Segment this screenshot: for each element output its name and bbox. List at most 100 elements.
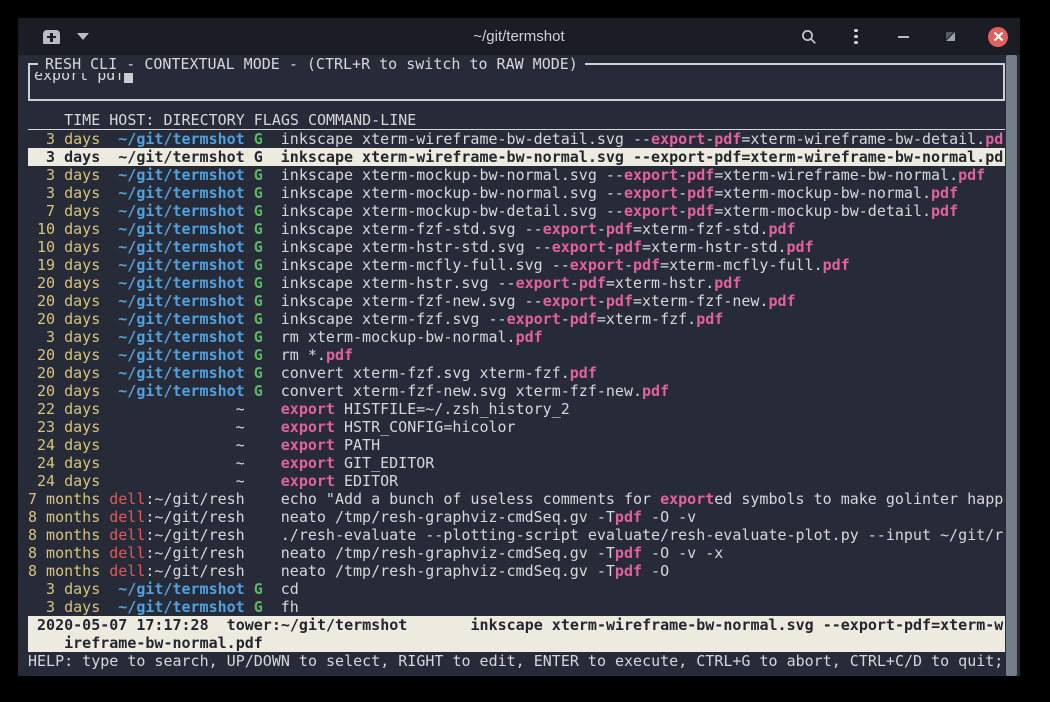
menu-kebab-icon[interactable] [847,28,865,46]
row-host-directory: dell:~/git/resh [109,562,244,580]
row-flag [254,508,263,526]
row-time: 8 months [28,526,100,544]
close-button[interactable] [988,27,1008,47]
host-segment: ~/git/termshot [118,166,244,184]
history-row[interactable]: 20 days~/git/termshotGinkscape xterm-fzf… [28,310,1005,328]
row-command: echo "Add a bunch of useless comments fo… [281,490,1005,508]
history-row[interactable]: 3 days~/git/termshotGcd [28,580,1005,598]
history-row[interactable]: 8 monthsdell:~/git/reshneato /tmp/resh-g… [28,508,1005,526]
row-host-directory: ~ [109,454,244,472]
row-host-directory: ~ [109,400,244,418]
command-segment: ./resh-evaluate --plotting-script evalua… [281,526,1003,544]
host-segment: ~/git/termshot [118,220,244,238]
host-segment: ~/git/termshot [118,238,244,256]
history-row[interactable]: 7 days~/git/termshotGinkscape xterm-mock… [28,202,1005,220]
row-host-directory: ~ [109,418,244,436]
command-segment: - [597,220,606,238]
row-host-directory: ~ [109,436,244,454]
command-match-segment: pdf [516,328,543,346]
command-match-segment: export [281,400,335,418]
host-segment: :~/git/resh [145,508,244,526]
minimize-button[interactable] [894,28,912,46]
row-flag: G [254,220,263,238]
row-flag: G [254,328,263,346]
row-flag: G [254,274,263,292]
command-segment: inkscape xterm-fzf.svg -- [281,310,507,328]
row-command: neato /tmp/resh-graphviz-cmdSeq.gv -Tpdf… [281,508,1005,526]
history-row[interactable]: 24 days~export EDITOR [28,472,1005,490]
history-row[interactable]: 8 monthsdell:~/git/resh./resh-evaluate -… [28,526,1005,544]
row-command: rm *.pdf [281,346,1005,364]
history-row[interactable]: 3 days~/git/termshotGinkscape xterm-mock… [28,166,1005,184]
history-row[interactable]: 3 days~/git/termshotGinkscape xterm-wire… [28,148,1005,166]
history-row[interactable]: 19 days~/git/termshotGinkscape xterm-mcf… [28,256,1005,274]
search-box-title: RESH CLI - CONTEXTUAL MODE - (CTRL+R to … [38,55,585,73]
command-segment: -O -v [642,508,696,526]
host-segment: ~/git/termshot [118,328,244,346]
search-icon[interactable] [800,28,818,46]
restore-button[interactable] [941,28,959,46]
row-command: convert xterm-fzf.svg xterm-fzf.pdf [281,364,1005,382]
history-row[interactable]: 22 days~export HISTFILE=~/.zsh_history_2 [28,400,1005,418]
row-flag [254,436,263,454]
command-match-segment: export [624,184,678,202]
row-host-directory: ~/git/termshot [109,310,244,328]
host-segment: dell [109,490,145,508]
history-row[interactable]: 20 days~/git/termshotGinkscape xterm-fzf… [28,292,1005,310]
command-segment: - [678,202,687,220]
command-segment: =xterm-mcfly-full. [660,256,823,274]
command-match-segment: export [543,292,597,310]
command-match-segment: export [651,130,705,148]
row-flag: G [254,346,263,364]
history-row[interactable]: 8 monthsdell:~/git/reshneato /tmp/resh-g… [28,562,1005,580]
scrollbar-thumb[interactable] [1006,55,1017,676]
history-row[interactable]: 24 days~export GIT_EDITOR [28,454,1005,472]
status-line-2: ireframe-bw-normal.pdf [28,634,1005,652]
history-row[interactable]: 3 days~/git/termshotGinkscape xterm-wire… [28,130,1005,148]
command-segment: - [705,148,714,166]
command-match-segment: pdf [615,562,642,580]
command-segment: =xterm-wireframe-bw-normal. [714,166,958,184]
row-time: 7 months [28,490,100,508]
command-match-segment: pdf [931,184,958,202]
row-command: fh [281,598,1005,616]
row-time: 10 days [28,238,100,256]
command-segment: inkscape xterm-mockup-bw-detail.svg -- [281,202,624,220]
host-segment: ~/git/termshot [118,184,244,202]
history-row[interactable]: 8 monthsdell:~/git/reshneato /tmp/resh-g… [28,544,1005,562]
scrollbar[interactable] [1006,55,1017,676]
history-row[interactable]: 3 days~/git/termshotGinkscape xterm-mock… [28,184,1005,202]
row-command: export HSTR_CONFIG=hicolor [281,418,1005,436]
history-row[interactable]: 10 days~/git/termshotGinkscape xterm-fzf… [28,220,1005,238]
row-command: rm xterm-mockup-bw-normal.pdf [281,328,1005,346]
history-row[interactable]: 20 days~/git/termshotGconvert xterm-fzf.… [28,364,1005,382]
history-row[interactable]: 24 days~export PATH [28,436,1005,454]
history-row[interactable]: 7 monthsdell:~/git/reshecho "Add a bunch… [28,490,1005,508]
history-row[interactable]: 20 days~/git/termshotGinkscape xterm-hst… [28,274,1005,292]
row-command: export EDITOR [281,472,1005,490]
host-segment: ~ [236,472,245,490]
command-segment: PATH [335,436,380,454]
history-row[interactable]: 3 days~/git/termshotGrm xterm-mockup-bw-… [28,328,1005,346]
history-row[interactable]: 20 days~/git/termshotGrm *.pdf [28,346,1005,364]
history-row[interactable]: 23 days~export HSTR_CONFIG=hicolor [28,418,1005,436]
command-match-segment: pd [985,130,1003,148]
command-segment: ed symbols to make golinter happ [714,490,1003,508]
status-bar: 2020-05-07 17:17:28 tower:~/git/termshot… [28,616,1005,652]
command-segment: inkscape xterm-fzf-std.svg -- [281,220,543,238]
row-time: 3 days [28,130,100,148]
row-command: export PATH [281,436,1005,454]
history-row[interactable]: 3 days~/git/termshotGfh [28,598,1005,616]
row-host-directory: ~/git/termshot [109,580,244,598]
command-segment: =xterm-fzf. [597,310,696,328]
new-tab-icon[interactable] [43,30,60,44]
row-time: 3 days [28,148,100,166]
history-row[interactable]: 10 days~/git/termshotGinkscape xterm-hst… [28,238,1005,256]
command-segment: HISTFILE=~/.zsh_history_2 [335,400,570,418]
host-segment: dell [109,544,145,562]
row-time: 3 days [28,184,100,202]
chevron-down-icon[interactable] [77,33,89,40]
command-segment: echo "Add a bunch of useless comments fo… [281,490,660,508]
history-row[interactable]: 20 days~/git/termshotGconvert xterm-fzf-… [28,382,1005,400]
command-segment: inkscape xterm-hstr-std.svg -- [281,238,552,256]
